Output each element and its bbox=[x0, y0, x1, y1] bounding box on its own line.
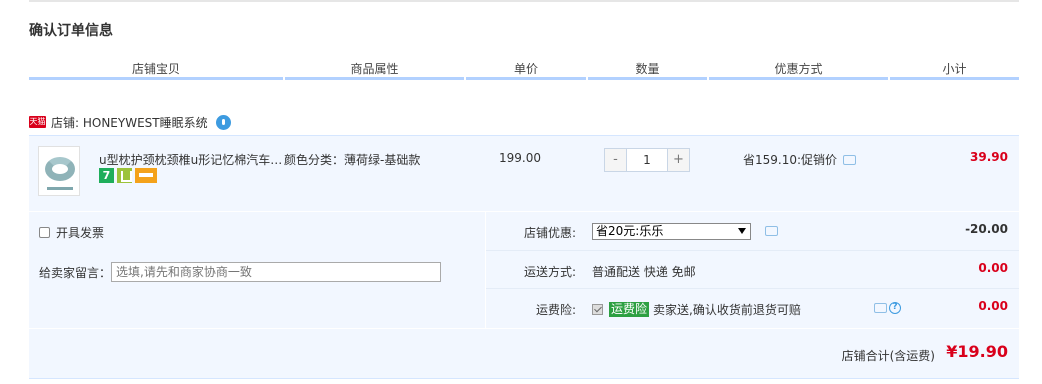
shop-discount-amount: -20.00 bbox=[965, 222, 1008, 236]
header-col-discount: 优惠方式 bbox=[709, 58, 888, 80]
invoice-option: 开具发票 bbox=[39, 224, 104, 241]
seven-day-return-icon[interactable]: 7 bbox=[99, 168, 114, 183]
order-item-row: u型枕护颈枕颈椎u形记忆棉汽车… 7 颜色分类：薄荷绿-基础款 199.00 -… bbox=[29, 135, 1019, 211]
thumbnail-brand-mark bbox=[47, 187, 73, 190]
quantity-decrease-button[interactable]: - bbox=[605, 149, 626, 171]
order-options: 开具发票 给卖家留言： 店铺优惠: 省20元:乐乐 -20.00 运送方式: 普… bbox=[29, 212, 1019, 328]
shipping-amount: 0.00 bbox=[978, 261, 1008, 275]
quantity-input[interactable]: 1 bbox=[626, 149, 668, 171]
guarantee-icon[interactable] bbox=[117, 168, 132, 183]
insurance-option: 运费险 卖家送,确认收货前退货可赔 bbox=[592, 301, 801, 318]
item-subtotal: 39.90 bbox=[970, 150, 1008, 164]
memo-row: 给卖家留言： bbox=[39, 262, 442, 282]
insurance-icons: ? bbox=[874, 302, 901, 314]
invoice-label: 开具发票 bbox=[56, 226, 105, 240]
unit-price: 199.00 bbox=[499, 151, 541, 165]
service-badges: 7 bbox=[99, 168, 157, 183]
discount-info: 省159.10:促销价 bbox=[743, 151, 857, 168]
options-right-panel: 店铺优惠: 省20元:乐乐 -20.00 运送方式: 普通配送 快递 免邮 0.… bbox=[486, 212, 1019, 328]
product-thumbnail[interactable] bbox=[38, 146, 80, 196]
memo-label: 给卖家留言： bbox=[39, 265, 112, 280]
credit-card-icon[interactable] bbox=[135, 168, 157, 183]
quantity-stepper: - 1 + bbox=[604, 148, 690, 172]
insurance-amount: 0.00 bbox=[978, 299, 1008, 313]
wangwang-chat-icon[interactable] bbox=[215, 114, 231, 130]
message-icon[interactable] bbox=[843, 154, 857, 165]
insurance-label: 运费险: bbox=[535, 303, 576, 317]
page-title: 确认订单信息 bbox=[29, 23, 113, 39]
header-col-subtotal: 小计 bbox=[890, 58, 1019, 80]
top-divider bbox=[29, 0, 1019, 2]
product-title-link[interactable]: u型枕护颈枕颈椎u形记忆棉汽车… bbox=[99, 151, 283, 168]
shop-total-amount: ¥19.90 bbox=[946, 342, 1008, 361]
shop-total-label: 店铺合计(含运费) bbox=[841, 349, 935, 363]
insurance-message-icon[interactable] bbox=[874, 303, 887, 313]
shipping-label: 运送方式: bbox=[523, 265, 576, 279]
help-icon[interactable]: ? bbox=[889, 302, 901, 314]
shop-discount-label: 店铺优惠: bbox=[523, 226, 576, 240]
invoice-checkbox[interactable] bbox=[39, 227, 50, 238]
insurance-tag: 运费险 bbox=[609, 302, 650, 317]
insurance-text: 卖家送,确认收货前退货可赔 bbox=[653, 303, 801, 317]
insurance-checkbox[interactable] bbox=[592, 304, 603, 315]
header-col-attributes: 商品属性 bbox=[285, 58, 464, 80]
header-col-unit-price: 单价 bbox=[466, 58, 586, 80]
seller-memo-input[interactable] bbox=[111, 262, 442, 282]
pillow-image-icon bbox=[45, 157, 75, 181]
shop-discount-selected: 省20元:乐乐 bbox=[596, 224, 664, 238]
quantity-increase-button[interactable]: + bbox=[668, 149, 689, 171]
shop-name-link[interactable]: 店铺: HONEYWEST睡眠系统 bbox=[51, 114, 208, 131]
header-col-quantity: 数量 bbox=[588, 58, 707, 80]
shop-total-bar: 店铺合计(含运费) ¥19.90 bbox=[29, 329, 1019, 379]
tmall-icon: 天猫 bbox=[29, 116, 46, 128]
shipping-method: 普通配送 快递 免邮 bbox=[592, 265, 696, 279]
shop-discount-select[interactable]: 省20元:乐乐 bbox=[592, 223, 751, 240]
row-divider bbox=[486, 288, 1019, 289]
row-divider bbox=[486, 250, 1019, 251]
discount-message-icon[interactable] bbox=[765, 226, 778, 236]
options-left-panel: 开具发票 给卖家留言： bbox=[29, 212, 485, 328]
header-col-item: 店铺宝贝 bbox=[29, 58, 283, 80]
shop-row: 天猫 店铺: HONEYWEST睡眠系统 bbox=[29, 111, 231, 133]
dropdown-arrow-icon bbox=[738, 228, 746, 234]
discount-text: 省159.10:促销价 bbox=[743, 153, 838, 167]
product-attributes: 颜色分类：薄荷绿-基础款 bbox=[284, 153, 421, 167]
table-header: 店铺宝贝 商品属性 单价 数量 优惠方式 小计 bbox=[29, 58, 1019, 82]
